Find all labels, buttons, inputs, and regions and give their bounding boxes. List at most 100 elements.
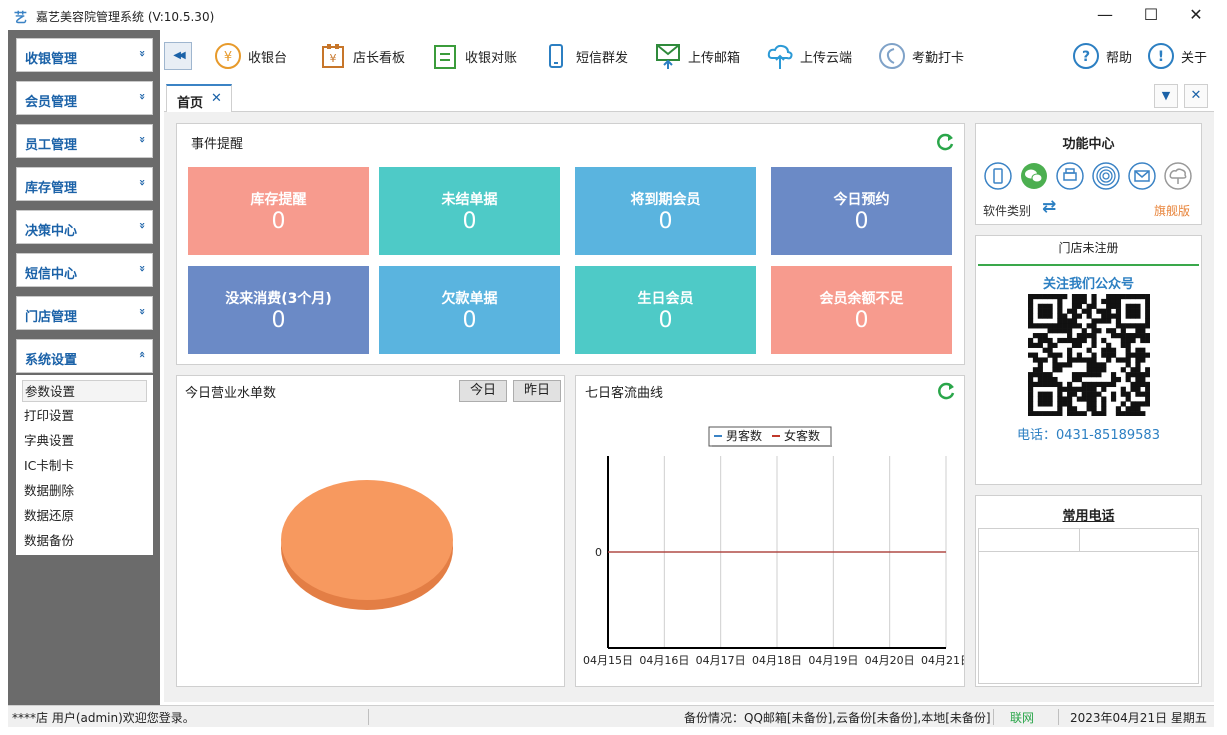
card-expiring-members[interactable]: 将到期会员 0 — [575, 167, 756, 255]
qr-module — [1101, 313, 1107, 319]
qr-module — [1115, 411, 1122, 416]
sidebar-menu-settings[interactable]: 系统设置 « — [16, 339, 153, 373]
toolbar-label: 关于 — [1181, 51, 1208, 66]
legend-shadow — [712, 445, 832, 447]
sidebar-menu-cashier[interactable]: 收银管理 » — [16, 38, 153, 72]
cashier-button[interactable]: ¥ 收银台 — [214, 40, 294, 72]
sidebar-menu-label: 员工管理 — [25, 138, 78, 153]
about-button[interactable]: ! 关于 — [1147, 40, 1212, 72]
qr-module — [1057, 362, 1063, 368]
traffic-panel: 七日客流曲线 男客数 女客数 04月15日 04月16日 04月17日 04月18日 0… — [575, 375, 965, 687]
qr-module — [1115, 323, 1122, 329]
chart-y-ticks: 0 — [595, 546, 602, 559]
store-phone: 电话：0431-85189583 — [1017, 428, 1160, 443]
card-no-visit[interactable]: 没来消费(3个月) 0 — [188, 266, 369, 354]
upload-cloud-button[interactable]: 上传云端 — [766, 40, 861, 72]
maximize-button[interactable]: ☐ — [1136, 4, 1166, 26]
card-unsettled[interactable]: 未结单据 0 — [379, 167, 560, 255]
yesterday-button[interactable]: 昨日 — [513, 380, 562, 402]
qr-module — [1145, 294, 1150, 300]
qr-module — [1145, 333, 1150, 339]
qr-module — [1120, 328, 1126, 334]
qr-module — [1032, 381, 1039, 388]
card-birthday-members[interactable]: 生日会员 0 — [575, 266, 756, 354]
toolbar-label: 上传邮箱 — [688, 51, 741, 66]
qr-module — [1120, 357, 1126, 363]
sidebar-item-data-backup[interactable]: 数据备份 — [22, 530, 147, 552]
sidebar-menu-member[interactable]: 会员管理 » — [16, 81, 153, 115]
qr-module — [1130, 303, 1136, 309]
qr-module — [1125, 323, 1131, 329]
attendance-button[interactable]: 考勤打卡 — [878, 40, 973, 72]
column-divider — [1079, 529, 1080, 551]
wechat-icon[interactable] — [1020, 162, 1048, 190]
sidebar-item-ic-card[interactable]: IC卡制卡 — [22, 455, 147, 477]
card-low-balance[interactable]: 会员余额不足 0 — [771, 266, 952, 354]
today-button[interactable]: 今日 — [459, 380, 508, 402]
tab-home[interactable]: 首页 ✕ — [166, 84, 232, 113]
sidebar-item-dictionary[interactable]: 字典设置 — [22, 430, 147, 452]
qr-module — [1062, 401, 1068, 407]
reconcile-button[interactable]: 收银对账 — [431, 40, 526, 72]
printer-icon[interactable] — [1056, 162, 1084, 190]
settings-submenu: 参数设置 打印设置 字典设置 IC卡制卡 数据删除 数据还原 数据备份 — [16, 375, 153, 555]
qr-module — [1032, 323, 1039, 329]
help-button[interactable]: ? 帮助 — [1072, 40, 1137, 72]
minimize-button[interactable]: — — [1090, 4, 1120, 26]
qr-module — [1071, 386, 1078, 392]
card-debt-bills[interactable]: 欠款单据 0 — [379, 266, 560, 354]
manager-board-button[interactable]: ¥ 店长看板 — [319, 40, 414, 72]
qr-module — [1110, 333, 1117, 339]
tab-dropdown-button[interactable]: ▼ — [1154, 84, 1178, 108]
sidebar-menu-store[interactable]: 门店管理 » — [16, 296, 153, 330]
qr-module — [1145, 367, 1150, 373]
swap-icon[interactable]: ⇄ — [1042, 197, 1056, 217]
qr-module — [1135, 372, 1141, 378]
card-today-appointments[interactable]: 今日预约 0 — [771, 167, 952, 255]
qr-module — [1110, 298, 1117, 305]
sidebar-menu-label: 系统设置 — [25, 353, 78, 368]
cloud-icon[interactable] — [1164, 162, 1192, 190]
card-label: 将到期会员 — [630, 192, 701, 208]
collapse-sidebar-button[interactable]: ◀◀ — [164, 42, 192, 70]
qr-module — [1110, 352, 1117, 358]
sidebar-item-print[interactable]: 打印设置 — [22, 405, 147, 427]
x-tick-label: 04月21日 — [921, 654, 964, 667]
sidebar-menu-decision[interactable]: 决策中心 » — [16, 210, 153, 244]
qr-module — [1028, 318, 1034, 324]
sidebar-menu-staff[interactable]: 员工管理 » — [16, 124, 153, 158]
phone-icon[interactable] — [984, 162, 1012, 190]
email-icon[interactable] — [1128, 162, 1156, 190]
qr-module — [1110, 303, 1117, 309]
sms-broadcast-button[interactable]: 短信群发 — [542, 40, 637, 72]
sidebar-item-params[interactable]: 参数设置 — [22, 380, 147, 402]
upload-mail-button[interactable]: 上传邮箱 — [654, 40, 749, 72]
toolbar-label: 短信群发 — [576, 51, 629, 66]
qr-module — [1135, 376, 1141, 383]
qr-module — [1067, 396, 1073, 402]
close-window-button[interactable]: ✕ — [1181, 4, 1211, 26]
common-phone-panel: 常用电话 — [975, 495, 1202, 687]
qr-module — [1130, 294, 1136, 300]
qr-module — [1062, 323, 1068, 329]
fingerprint-icon[interactable] — [1092, 162, 1120, 190]
qr-module — [1037, 381, 1043, 388]
qr-module — [1130, 381, 1136, 388]
close-tab-icon[interactable]: ✕ — [211, 91, 222, 106]
qr-module — [1120, 391, 1126, 397]
qr-module — [1091, 391, 1097, 397]
qr-module — [1091, 333, 1097, 339]
sidebar-menu-sms[interactable]: 短信中心 » — [16, 253, 153, 287]
sidebar-item-data-restore[interactable]: 数据还原 — [22, 505, 147, 527]
refresh-icon[interactable] — [935, 132, 955, 152]
qr-module — [1071, 313, 1078, 319]
card-label: 今日预约 — [833, 192, 890, 208]
qr-module — [1028, 381, 1034, 388]
revenue-pie-chart — [281, 480, 453, 610]
qr-module — [1028, 372, 1034, 378]
sidebar-menu-inventory[interactable]: 库存管理 » — [16, 167, 153, 201]
close-all-tabs-button[interactable]: ✕ — [1184, 84, 1208, 108]
sidebar-item-data-delete[interactable]: 数据删除 — [22, 480, 147, 502]
card-stock-alert[interactable]: 库存提醒 0 — [188, 167, 369, 255]
qr-module — [1135, 357, 1141, 363]
